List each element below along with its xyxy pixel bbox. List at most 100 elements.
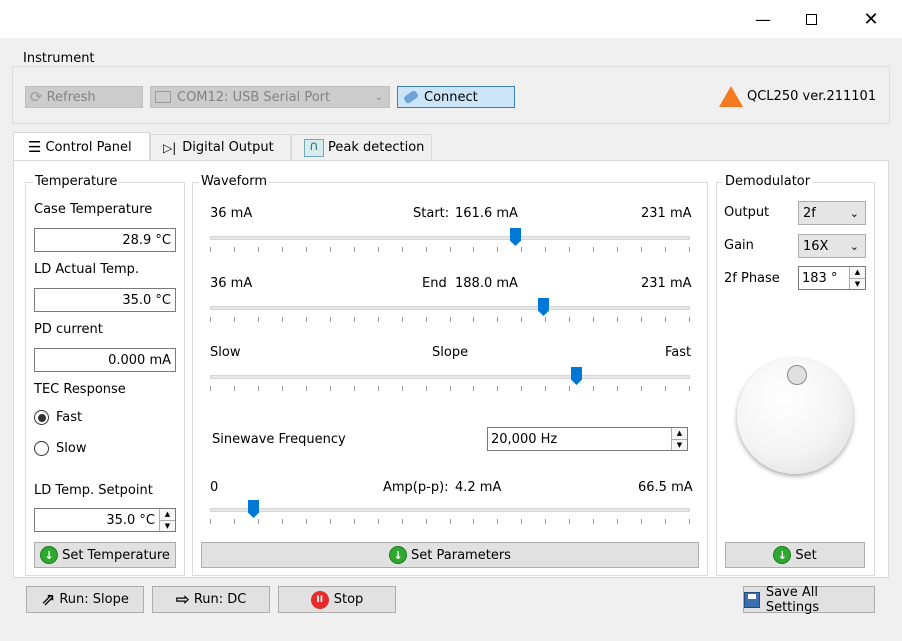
arrow-down-circle-icon: ↓ (773, 546, 792, 564)
connect-label: Connect (424, 89, 478, 105)
plug-icon (402, 89, 420, 105)
instrument-group-title: Instrument (21, 51, 97, 66)
spin-up-icon[interactable]: ▲ (160, 509, 175, 521)
minimize-button[interactable]: — (740, 0, 786, 38)
tab-digital-output[interactable]: ▷| Digital Output (150, 134, 291, 160)
gain-select[interactable]: 16X ⌄ (798, 234, 866, 258)
phase-label: 2f Phase (724, 271, 780, 286)
tab-label: Control Panel (45, 139, 132, 155)
slider-ticks (210, 317, 690, 323)
tec-fast-radio[interactable]: Fast (34, 410, 82, 425)
spin-down-icon[interactable]: ▼ (160, 520, 175, 531)
output-select[interactable]: 2f ⌄ (798, 201, 866, 225)
slider-ticks (210, 519, 690, 525)
slider-tick (641, 386, 642, 391)
radio-unchecked-icon (34, 441, 49, 456)
spin-up-icon[interactable]: ▲ (850, 267, 865, 279)
slider-tick (593, 519, 594, 524)
spin-down-icon[interactable]: ▼ (850, 278, 865, 289)
set-temperature-button[interactable]: ↓ Set Temperature (34, 542, 176, 568)
sliders-icon: ☰ (28, 138, 42, 156)
tec-slow-radio[interactable]: Slow (34, 441, 86, 456)
tab-label: Digital Output (182, 140, 274, 155)
sinewave-label: Sinewave Frequency (212, 432, 346, 447)
device-label: QCL250 ver.211101 (747, 89, 877, 104)
maximize-button[interactable] (788, 0, 834, 38)
slider-tick (306, 247, 307, 252)
slider-track (210, 236, 690, 240)
sinewave-input[interactable]: 20,000 Hz ▲ ▼ (487, 427, 688, 451)
slider-tick (473, 386, 474, 391)
diode-icon: ▷| (163, 140, 177, 155)
chevron-down-icon: ⌄ (374, 91, 383, 103)
setpoint-value: 35.0 °C (106, 512, 155, 528)
slider-tick (545, 317, 546, 322)
sinewave-spinner[interactable]: ▲ ▼ (671, 428, 687, 450)
close-button[interactable]: ✕ (848, 0, 894, 38)
maximize-icon (805, 13, 817, 25)
spin-down-icon[interactable]: ▼ (672, 439, 687, 450)
stop-label: Stop (333, 592, 364, 607)
peak-icon: ∩ (304, 138, 324, 157)
slider-tick (426, 386, 427, 391)
setpoint-input[interactable]: 35.0 °C ▲ ▼ (34, 508, 176, 532)
slider-tick (450, 519, 451, 524)
slider-tick (378, 519, 379, 524)
start-value: 161.6 mA (455, 206, 518, 221)
slider-tick (521, 386, 522, 391)
tab-peak-detection[interactable]: ∩ Peak detection (291, 134, 432, 160)
set-parameters-button[interactable]: ↓ Set Parameters (201, 542, 699, 568)
save-all-button[interactable]: Save All Settings (743, 585, 875, 615)
slider-thumb[interactable] (538, 298, 549, 316)
spin-up-icon[interactable]: ▲ (672, 428, 687, 440)
slider-tick (354, 386, 355, 391)
slider-thumb[interactable] (248, 500, 259, 518)
setpoint-spinner[interactable]: ▲ ▼ (159, 509, 175, 531)
slider-tick (593, 317, 594, 322)
slider-ticks (210, 247, 690, 253)
arrow-right-icon: ⇨ (175, 589, 190, 610)
slider-tick (282, 519, 283, 524)
run-slope-button[interactable]: ⇗ Run: Slope (26, 586, 144, 613)
slider-tick (282, 247, 283, 252)
amp-value: 4.2 mA (455, 480, 502, 495)
amp-slider[interactable] (210, 500, 690, 530)
refresh-button[interactable]: ⟳ Refresh (25, 86, 143, 108)
slider-thumb[interactable] (510, 228, 521, 246)
slider-tick (450, 247, 451, 252)
slope-slider[interactable] (210, 367, 690, 397)
slider-tick (402, 519, 403, 524)
slider-tick (330, 386, 331, 391)
slope-max-label: Fast (665, 345, 692, 360)
slider-thumb[interactable] (571, 367, 582, 385)
tab-control-panel[interactable]: ☰ Control Panel (13, 132, 150, 161)
run-dc-button[interactable]: ⇨ Run: DC (152, 586, 270, 613)
phase-knob[interactable] (737, 358, 853, 474)
slider-tick (330, 247, 331, 252)
phase-spinner[interactable]: ▲ ▼ (849, 267, 865, 289)
slider-tick (306, 317, 307, 322)
end-slider[interactable] (210, 298, 690, 328)
stop-button[interactable]: II Stop (278, 586, 396, 613)
slider-tick (282, 317, 283, 322)
amp-min-label: 0 (210, 480, 219, 495)
set-parameters-label: Set Parameters (411, 547, 511, 563)
port-select[interactable]: COM12: USB Serial Port ⌄ (150, 86, 390, 108)
set-demodulator-button[interactable]: ↓ Set (725, 542, 865, 568)
slider-tick (378, 247, 379, 252)
end-label: End (422, 276, 447, 291)
slider-tick (497, 317, 498, 322)
slider-tick (258, 519, 259, 524)
slider-tick (426, 317, 427, 322)
slider-track (210, 375, 690, 379)
slider-tick (545, 519, 546, 524)
start-slider[interactable] (210, 228, 690, 258)
ld-temp-field: 35.0 °C (34, 288, 176, 312)
phase-input[interactable]: 183 ° ▲ ▼ (798, 266, 866, 290)
connect-button[interactable]: Connect (397, 86, 515, 108)
slider-tick (569, 247, 570, 252)
slope-min-label: Slow (210, 345, 241, 360)
pd-current-label: PD current (34, 322, 103, 337)
end-min-label: 36 mA (210, 276, 253, 291)
slider-tick (282, 386, 283, 391)
